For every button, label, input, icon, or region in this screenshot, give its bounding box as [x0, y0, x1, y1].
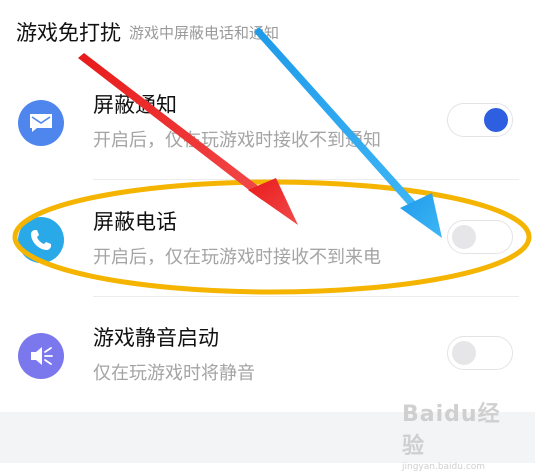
setting-title: 游戏静音启动 [93, 326, 219, 350]
baidu-watermark: Baidu经验 jingyan.baidu.com [402, 396, 522, 472]
message-icon [18, 100, 64, 146]
section-subtitle: 游戏中屏蔽电话和通知 [129, 23, 280, 42]
toggle-knob [484, 108, 508, 132]
block-calls-toggle[interactable] [447, 220, 513, 254]
setting-title: 屏蔽通知 [93, 93, 177, 117]
section-header: 游戏免打扰 游戏中屏蔽电话和通知 [16, 14, 279, 50]
mute-speaker-icon [18, 333, 64, 379]
watermark-url: jingyan.baidu.com [402, 462, 486, 472]
toggle-knob [452, 225, 476, 249]
section-title: 游戏免打扰 [16, 21, 121, 45]
setting-description: 开启后，仅在玩游戏时接收不到来电 [93, 247, 381, 268]
block-notifications-toggle[interactable] [447, 103, 513, 137]
watermark-brand: Baidu经验 [402, 402, 501, 459]
phone-icon [18, 217, 64, 263]
toggle-knob [452, 341, 476, 365]
setting-row-block-calls[interactable]: 屏蔽电话 开启后，仅在玩游戏时接收不到来电 [0, 180, 535, 298]
setting-description: 仅在玩游戏时将静音 [93, 363, 255, 384]
setting-title: 屏蔽电话 [93, 210, 177, 234]
setting-description: 开启后，仅在玩游戏时接收不到通知 [93, 130, 381, 151]
game-mute-toggle[interactable] [447, 336, 513, 370]
setting-row-block-notifications[interactable]: 屏蔽通知 开启后，仅在玩游戏时接收不到通知 [0, 63, 535, 181]
